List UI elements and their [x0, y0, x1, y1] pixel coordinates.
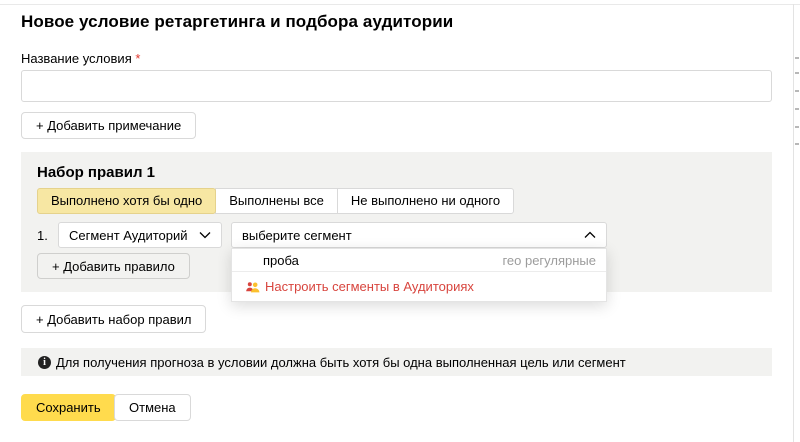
segment-option[interactable]: проба гео регулярные — [232, 249, 606, 272]
segment-combobox[interactable]: выберите сегмент — [231, 222, 607, 248]
condition-name-label: Название условия * — [21, 51, 140, 66]
right-divider — [793, 4, 794, 442]
condition-name-label-text: Название условия — [21, 51, 132, 66]
save-button[interactable]: Сохранить — [21, 394, 116, 421]
tab-none-fulfilled[interactable]: Не выполнено ни одного — [337, 188, 514, 214]
add-rule-button[interactable]: + Добавить правило — [37, 253, 190, 279]
required-asterisk: * — [135, 51, 140, 66]
rule-index: 1. — [37, 228, 48, 243]
tab-all-fulfilled[interactable]: Выполнены все — [215, 188, 338, 214]
forecast-info-bar: i Для получения прогноза в условии должн… — [21, 348, 772, 376]
rule-set-title: Набор правил 1 — [37, 164, 155, 181]
segment-dropdown-menu: проба гео регулярные Настроить сегменты … — [231, 248, 607, 302]
clipped-content-fragment — [795, 72, 799, 74]
top-divider — [0, 4, 800, 5]
forecast-info-text: Для получения прогноза в условии должна … — [56, 355, 626, 370]
segment-option-type: гео регулярные — [502, 253, 596, 268]
add-note-button[interactable]: + Добавить примечание — [21, 112, 196, 139]
add-rule-set-button[interactable]: + Добавить набор правил — [21, 305, 206, 333]
clipped-content-fragment — [795, 57, 799, 59]
clipped-content-fragment — [795, 143, 799, 145]
chevron-up-icon — [584, 231, 596, 239]
tab-any-fulfilled[interactable]: Выполнено хотя бы одно — [37, 188, 216, 214]
clipped-content-fragment — [795, 90, 799, 92]
info-icon: i — [38, 356, 51, 369]
match-mode-tabs: Выполнено хотя бы одно Выполнены все Не … — [37, 188, 514, 214]
rule-type-select[interactable]: Сегмент Аудиторий — [58, 222, 222, 248]
cancel-button[interactable]: Отмена — [114, 394, 191, 421]
segment-option-name: проба — [263, 253, 299, 268]
configure-segments-link[interactable]: Настроить сегменты в Аудиториях — [232, 272, 606, 301]
clipped-content-fragment — [795, 108, 799, 110]
yandex-audiences-icon — [246, 281, 260, 293]
condition-name-input[interactable] — [21, 70, 772, 102]
rule-type-select-value: Сегмент Аудиторий — [69, 228, 188, 243]
configure-segments-link-text: Настроить сегменты в Аудиториях — [265, 279, 474, 294]
page-title: Новое условие ретаргетинга и подбора ауд… — [21, 12, 453, 32]
retargeting-condition-page: Новое условие ретаргетинга и подбора ауд… — [0, 0, 800, 442]
chevron-down-icon — [199, 231, 211, 239]
clipped-content-fragment — [795, 126, 799, 128]
segment-combobox-value: выберите сегмент — [242, 228, 352, 243]
